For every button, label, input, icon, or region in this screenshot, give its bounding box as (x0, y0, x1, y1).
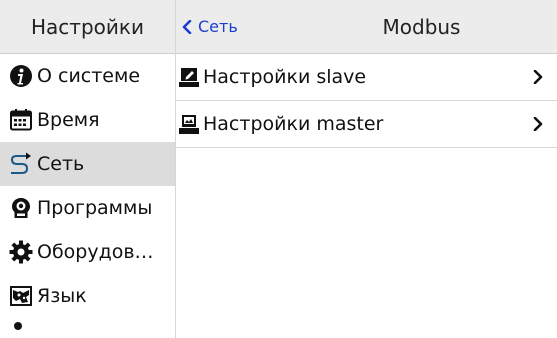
calendar-icon (8, 107, 34, 133)
list-item-master-settings[interactable]: Настройки master (176, 101, 557, 148)
list-item-label: Настройки master (203, 113, 384, 135)
sidebar: Настройки О системе Время Сеть Программы… (0, 0, 176, 338)
main-panel: Сеть Modbus Настройки slave Настройки ma… (176, 0, 557, 338)
partial-icon (14, 322, 22, 330)
sidebar-item-label: Язык (37, 285, 87, 307)
chevron-right-icon (533, 54, 543, 100)
sidebar-item-time[interactable]: Время (0, 98, 175, 142)
info-icon (8, 63, 34, 89)
sidebar-item-label: О системе (37, 65, 141, 87)
chevron-right-icon (533, 101, 543, 147)
sidebar-item-about[interactable]: О системе (0, 54, 175, 98)
language-icon (8, 283, 34, 309)
sidebar-item-label: Программы (37, 197, 153, 219)
main-header: Сеть Modbus (176, 0, 557, 54)
slave-icon (176, 64, 202, 90)
sidebar-scroll-overflow (0, 318, 175, 330)
list-item-label: Настройки slave (203, 66, 367, 88)
sidebar-item-equipment[interactable]: Оборудов… (0, 230, 175, 274)
sidebar-item-language[interactable]: Язык (0, 274, 175, 318)
gear-icon (8, 239, 34, 265)
sidebar-title: Настройки (0, 0, 175, 54)
sidebar-item-label: Время (37, 109, 100, 131)
list-item-slave-settings[interactable]: Настройки slave (176, 54, 557, 101)
sidebar-item-network[interactable]: Сеть (0, 142, 175, 186)
sidebar-item-label: Оборудов… (37, 241, 154, 263)
programs-icon (8, 195, 34, 221)
network-icon (8, 151, 34, 177)
sidebar-item-label: Сеть (37, 153, 85, 175)
sidebar-item-programs[interactable]: Программы (0, 186, 175, 230)
page-title: Modbus (382, 14, 461, 39)
master-icon (176, 111, 202, 137)
